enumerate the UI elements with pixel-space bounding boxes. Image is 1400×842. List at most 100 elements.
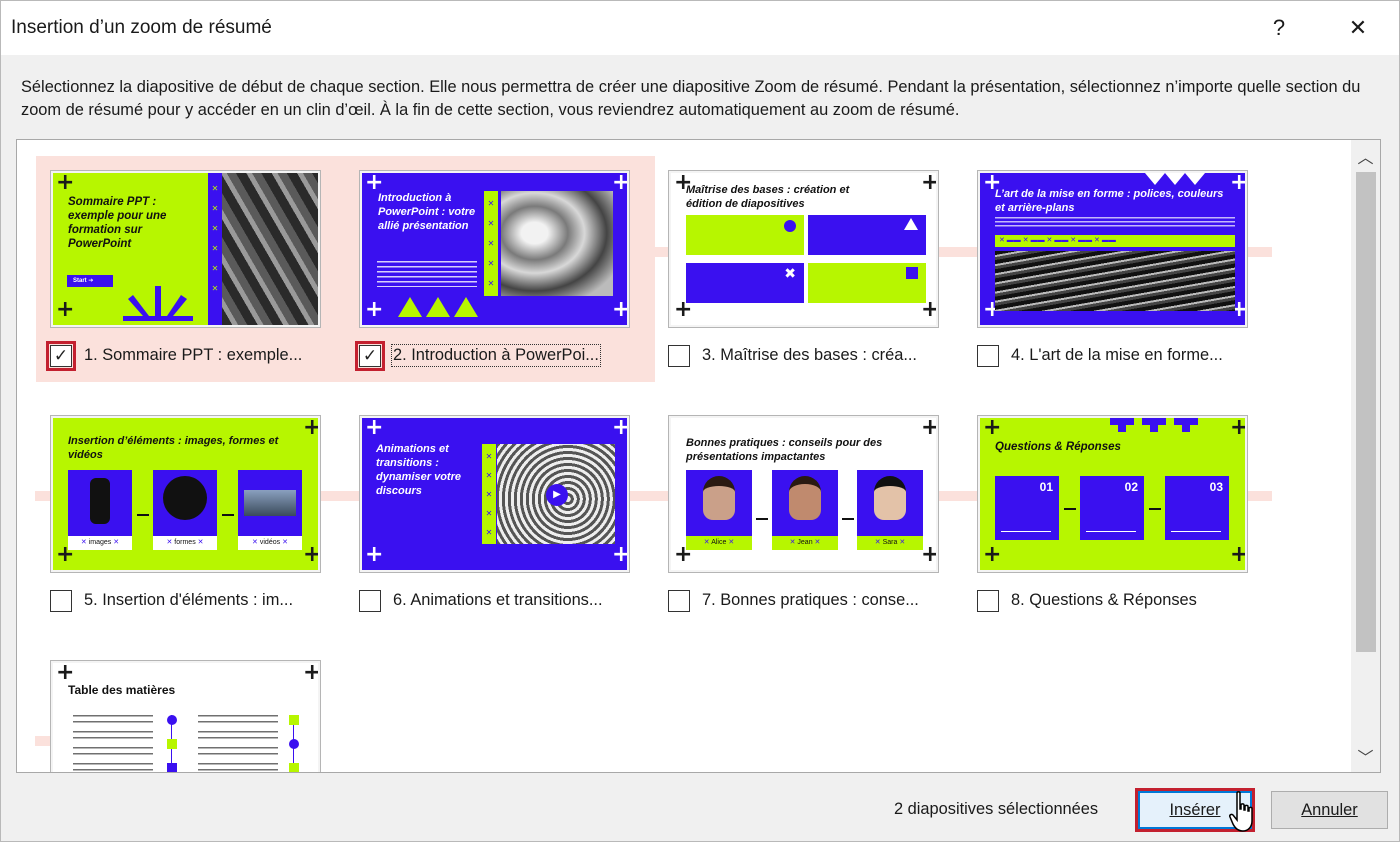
vertical-scrollbar[interactable]: ︿ ﹀ (1351, 140, 1380, 772)
dot-strip: ✕ ✕ ✕ ✕ ✕ (482, 444, 496, 544)
slide-title: Table des matières (68, 683, 176, 697)
zigzag-graphic (1145, 173, 1215, 185)
slide-title: Questions & Réponses (995, 441, 1121, 453)
slide-item-4[interactable]: + + + + L’art de la mise en forme : poli… (963, 156, 1273, 382)
cancel-button[interactable]: Annuler (1271, 791, 1388, 829)
qa-card-3: 03 (1165, 476, 1229, 540)
slide-checkbox[interactable]: ✓ (355, 341, 385, 371)
tag-strip: ✕ ▬▬ ✕ ▬▬ ✕ ▬▬ ✕ ▬▬ ✕ ▬▬ (995, 235, 1235, 247)
slide-thumbnail[interactable]: + + + + Maîtrise des bases : création et… (668, 170, 939, 328)
slide-title: Introduction à PowerPoint : votre allié … (378, 192, 476, 232)
slide-checkbox[interactable] (668, 345, 690, 367)
caption-images: images (88, 539, 112, 546)
card-blue-2: ✖ (686, 263, 804, 303)
selection-count-status: 2 diapositives sélectionnées (894, 800, 1099, 818)
slide-item-1[interactable]: + + Sommaire PPT : exemple pour une form… (36, 156, 346, 382)
slide-label[interactable]: 5. Insertion d'éléments : im... (84, 591, 293, 610)
slide-thumbnail[interactable]: + + Sommaire PPT : exemple pour une form… (50, 170, 321, 328)
start-label: Start (73, 278, 87, 284)
slide-item-5[interactable]: + + + Insertion d’éléments : images, for… (36, 401, 346, 627)
help-button[interactable]: ? (1256, 9, 1302, 47)
slide-label[interactable]: 3. Maîtrise des bases : créa... (702, 346, 917, 365)
dash (842, 518, 854, 520)
slide-checkbox[interactable] (668, 590, 690, 612)
slide-label[interactable]: 8. Questions & Réponses (1011, 591, 1197, 610)
slide-title: Bonnes pratiques : conseils pour des pré… (686, 437, 883, 463)
slide-label[interactable]: 6. Animations et transitions... (393, 591, 603, 610)
name-1: Alice (711, 539, 727, 546)
slide-checkbox[interactable] (977, 590, 999, 612)
slide-title: Sommaire PPT : exemple pour une formatio… (68, 196, 167, 250)
dash (222, 514, 234, 516)
slide-thumbnail[interactable]: + + + + Questions & Réponses 01 (977, 415, 1248, 573)
body-text-lines (995, 217, 1235, 229)
dash (756, 518, 768, 520)
card-blue-1 (808, 215, 926, 255)
name-3: Sara (882, 539, 898, 546)
slide-item-7[interactable]: + + + Bonnes pratiques : conseils pour d… (654, 401, 964, 627)
dash (1149, 508, 1161, 510)
slide-checkbox[interactable] (50, 590, 72, 612)
close-button[interactable]: ✕ (1335, 9, 1381, 47)
sunburst-graphic (123, 286, 193, 321)
slide-checkbox[interactable]: ✓ (46, 341, 76, 371)
slide-title: Animations et transitions : dynamiser vo… (376, 443, 461, 497)
name-2: Jean (797, 539, 813, 546)
slide-photo (995, 251, 1235, 311)
dot-strip: ✕ ✕ ✕ ✕ ✕ ✕ (208, 173, 222, 325)
slide-title: Maîtrise des bases : création et édition… (686, 184, 850, 210)
qa-number-1: 01 (1039, 480, 1053, 494)
toc-lines-right (198, 715, 278, 772)
dot-strip: ✕ ✕ ✕ ✕ ✕ (484, 191, 498, 296)
slide-item-6[interactable]: + + + + Animations et transitions : dyna… (345, 401, 655, 627)
slide-thumbnail[interactable]: + + + Bonnes pratiques : conseils pour d… (668, 415, 939, 573)
title-bar: Insertion d’un zoom de résumé ? ✕ (1, 1, 1399, 55)
slide-item-2[interactable]: + + + + Introduction à PowerPoint : votr… (345, 156, 655, 382)
slide-photo: ▶ (497, 444, 615, 544)
slide-thumbnail[interactable]: + + + + Animations et transitions : dyna… (359, 415, 630, 573)
slide-item-9[interactable]: + + Table des matières (36, 646, 346, 772)
slide-label[interactable]: 1. Sommaire PPT : exemple... (84, 346, 302, 365)
slide-photo (501, 191, 613, 296)
t-shapes-graphic (1110, 418, 1198, 432)
triangles-graphic (398, 297, 478, 317)
slide-item-8[interactable]: + + + + Questions & Réponses 01 (963, 401, 1273, 627)
caption-videos: vidéos (259, 539, 281, 546)
slide-checkbox[interactable] (977, 345, 999, 367)
person-card-1: ✕ Alice ✕ (686, 470, 752, 550)
slide-title: L’art de la mise en forme : polices, cou… (995, 188, 1224, 214)
dash (1064, 508, 1076, 510)
scroll-up-icon[interactable]: ︿ (1351, 142, 1380, 170)
element-card-shape: ✕ formes ✕ (153, 470, 217, 550)
instructions-text: Sélectionnez la diapositive de début de … (21, 78, 1361, 119)
person-card-2: ✕ Jean ✕ (772, 470, 838, 550)
qa-card-2: 02 (1080, 476, 1144, 540)
caption-formes: formes (174, 539, 196, 546)
slide-thumbnail[interactable]: + + + + Introduction à PowerPoint : votr… (359, 170, 630, 328)
slide-label[interactable]: 7. Bonnes pratiques : conse... (702, 591, 919, 610)
slide-thumbnail[interactable]: + + + Insertion d’éléments : images, for… (50, 415, 321, 573)
slide-label[interactable]: 4. L'art de la mise en forme... (1011, 346, 1223, 365)
slide-thumbnail[interactable]: + + + + L’art de la mise en forme : poli… (977, 170, 1248, 328)
toc-markers-left (167, 715, 179, 772)
toc-markers-right (289, 715, 301, 772)
toc-lines-left (73, 715, 153, 772)
scrollbar-thumb[interactable] (1356, 172, 1376, 652)
hand-pointer-icon (1229, 791, 1253, 832)
qa-number-2: 02 (1124, 480, 1138, 494)
qa-number-3: 03 (1209, 480, 1223, 494)
slide-title: Insertion d’éléments : images, formes et… (68, 435, 279, 461)
cancel-label: Annuler (1301, 800, 1358, 819)
element-card-video: ✕ vidéos ✕ (238, 470, 302, 550)
slide-list[interactable]: + + Sommaire PPT : exemple pour une form… (16, 139, 1381, 773)
insert-label: Insérer (1169, 800, 1221, 819)
body-text-lines (377, 261, 477, 287)
slide-item-3[interactable]: + + + + Maîtrise des bases : création et… (654, 156, 964, 382)
slide-checkbox[interactable] (359, 590, 381, 612)
scroll-down-icon[interactable]: ﹀ (1351, 742, 1380, 770)
element-card-image: ✕ images ✕ (68, 470, 132, 550)
slide-thumbnail[interactable]: + + Table des matières (50, 660, 321, 772)
slide-label[interactable]: 2. Introduction à PowerPoi... (391, 344, 601, 367)
dialog-title: Insertion d’un zoom de résumé (11, 17, 272, 38)
dash (137, 514, 149, 516)
